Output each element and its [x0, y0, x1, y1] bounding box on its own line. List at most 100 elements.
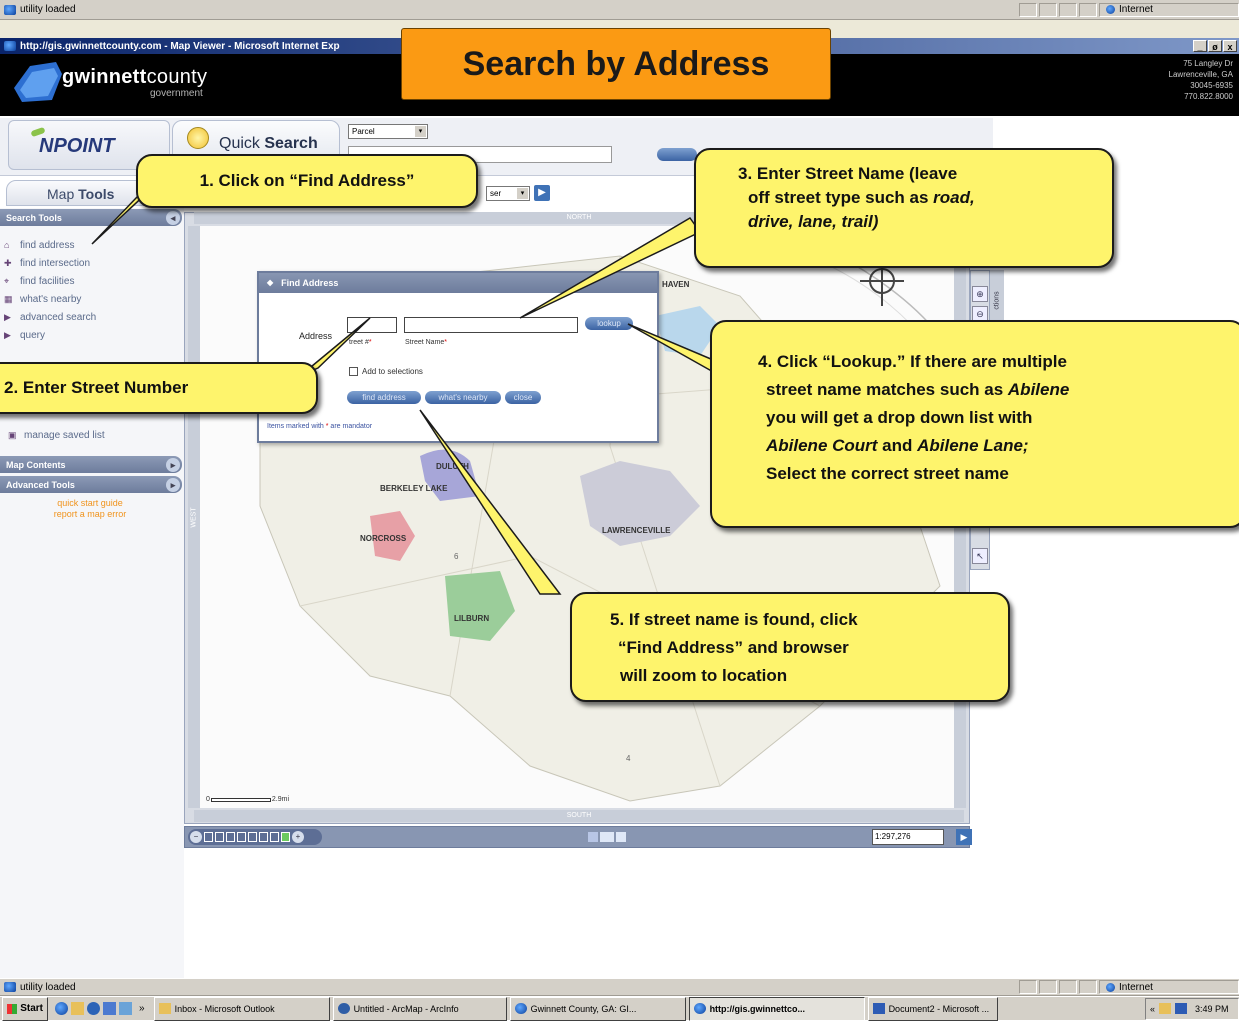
sidebar-links: quick start guide report a map error	[20, 498, 160, 520]
collapse-icon[interactable]: ◂	[166, 210, 180, 225]
mandatory-note: Items marked with * are mandator	[267, 423, 373, 430]
brand-subtitle: government	[150, 88, 203, 99]
zoom-in-icon[interactable]: ⊕	[972, 286, 988, 302]
explorer-launch-icon[interactable]	[103, 1002, 116, 1015]
internet-zone-icon	[1106, 5, 1115, 14]
north-label: NORTH	[566, 214, 592, 221]
zoom-plus-icon[interactable]: +	[292, 831, 304, 843]
find-address-tool[interactable]: ⌂ find address	[4, 236, 180, 254]
street-name-input[interactable]	[404, 317, 578, 333]
task-active-ie[interactable]: http://gis.gwinnettco...	[688, 996, 865, 1021]
start-button[interactable]: Start	[2, 996, 48, 1021]
find-address-button[interactable]: find address	[347, 391, 421, 404]
quick-label: Quick	[219, 135, 265, 152]
zoom-minus-icon[interactable]: −	[190, 831, 202, 843]
outlook-launch-icon[interactable]	[71, 1002, 84, 1015]
chevron-down-icon: ▾	[415, 126, 426, 137]
intersection-icon: ✚	[4, 258, 12, 268]
find-address-dialog: ◆ Find Address Address treet #* Street Na…	[257, 271, 659, 443]
search-label: Search	[264, 135, 318, 152]
address-label: Address	[299, 331, 333, 341]
outlook-icon	[158, 1003, 171, 1014]
windows-logo-icon	[7, 1003, 18, 1014]
street-name-label: Street Name*	[405, 339, 448, 346]
map-tool-select[interactable]: ser ▾	[486, 186, 530, 201]
search-type-select[interactable]: Parcel ▾	[348, 124, 428, 139]
select-tool-icon[interactable]: ↖	[972, 548, 988, 564]
task-arcmap[interactable]: Untitled - ArcMap - ArcInfo	[332, 996, 507, 1021]
list-icon: ▣	[8, 430, 17, 440]
manage-saved-list[interactable]: ▣ manage saved list	[8, 426, 105, 444]
task-word[interactable]: Document2 - Microsoft ...	[867, 996, 998, 1021]
word-icon	[872, 1003, 885, 1014]
go-arrow-icon[interactable]: ▶	[534, 185, 550, 201]
callout-step-3: 3. Enter Street Name (leave off street t…	[694, 148, 1114, 268]
tray-calendar-icon[interactable]	[1175, 1003, 1188, 1014]
dialog-title-bar[interactable]: ◆ Find Address	[259, 273, 657, 293]
zone-text: Internet	[1119, 4, 1153, 15]
expand-icon[interactable]: ▸	[166, 457, 180, 472]
scale-bar: 0 2.9mi	[206, 796, 290, 803]
globe-launch-icon[interactable]	[87, 1002, 100, 1015]
facility-icon: ⌖	[4, 276, 10, 286]
tools-label: Tools	[78, 186, 115, 202]
internet-zone-icon	[1106, 982, 1115, 992]
address-icon: ⌂	[4, 240, 10, 250]
bottom-status-bar: utility loaded Internet	[0, 978, 1239, 996]
ie-launch-icon[interactable]	[55, 1002, 68, 1015]
map-label: Map	[47, 186, 79, 202]
close-button[interactable]: close	[505, 391, 541, 404]
clock: 3:49 PM	[1195, 1003, 1229, 1014]
find-intersection-tool[interactable]: ✚ find intersection	[4, 254, 180, 272]
search-tools-header[interactable]: Search Tools ◂	[0, 209, 182, 226]
desktop-launch-icon[interactable]	[119, 1002, 132, 1015]
quick-launch	[55, 1002, 132, 1015]
tray-folder-icon[interactable]	[1159, 1003, 1172, 1014]
quick-start-link[interactable]: quick start guide	[20, 498, 160, 509]
task-outlook[interactable]: Inbox - Microsoft Outlook	[153, 996, 330, 1021]
brand-county: county	[146, 66, 208, 88]
map-contents-header[interactable]: Map Contents ▸	[0, 456, 182, 473]
query-tool[interactable]: ▶ query	[4, 326, 180, 344]
quick-search-button[interactable]	[657, 148, 697, 161]
expand-icon[interactable]: ▸	[166, 477, 180, 492]
tray-chevron[interactable]: «	[1150, 1004, 1155, 1014]
dialog-title: Find Address	[281, 278, 339, 288]
district-number: 6	[454, 552, 459, 561]
find-facilities-tool[interactable]: ⌖ find facilities	[4, 272, 180, 290]
system-tray: « 3:49 PM	[1145, 997, 1239, 1020]
zone-text: Internet	[1119, 981, 1153, 993]
map-west-bar[interactable]: WEST	[188, 226, 200, 808]
advanced-search-tool[interactable]: ▶ advanced search	[4, 308, 180, 326]
map-label-lawrenceville: LAWRENCEVILLE	[602, 526, 671, 535]
status-text: utility loaded	[20, 981, 76, 993]
minimize-button[interactable]: _	[1193, 40, 1207, 52]
scale-go-icon[interactable]: ▶	[956, 829, 972, 845]
quick-launch-chevron[interactable]: »	[139, 1003, 145, 1014]
view-mode-buttons[interactable]	[588, 832, 626, 842]
zoom-slider[interactable]: − +	[188, 829, 322, 845]
ie-page-icon	[4, 982, 16, 992]
advanced-tools-header[interactable]: Advanced Tools ▸	[0, 476, 182, 493]
add-to-selections[interactable]: Add to selections	[349, 367, 423, 376]
whats-nearby-button[interactable]: what's nearby	[425, 391, 501, 404]
chevron-down-icon: ▾	[517, 188, 528, 199]
report-error-link[interactable]: report a map error	[20, 509, 160, 520]
scale-readout[interactable]: 1:297,276	[872, 829, 944, 845]
task-gwinnett[interactable]: Gwinnett County, GA: GI...	[509, 996, 686, 1021]
nearby-icon: ▦	[4, 294, 13, 304]
map-label-norcross: NORCROSS	[360, 534, 407, 543]
street-number-input[interactable]	[347, 317, 397, 333]
search-tools-list: ⌂ find address ✚ find intersection ⌖ find f…	[4, 236, 180, 344]
ie-icon	[514, 1003, 527, 1014]
taskbar: Start » Inbox - Microsoft Outlook Untitl…	[0, 996, 1239, 1021]
callout-step-2: 2. Enter Street Number	[0, 362, 318, 414]
district-number: 4	[626, 754, 631, 763]
map-south-bar[interactable]: SOUTH	[194, 810, 964, 822]
checkbox[interactable]	[349, 367, 358, 376]
lookup-button[interactable]: lookup	[585, 317, 633, 330]
close-window-button[interactable]: x	[1223, 40, 1237, 52]
whats-nearby-tool[interactable]: ▦ what's nearby	[4, 290, 180, 308]
callout-step-1: 1. Click on “Find Address”	[136, 154, 478, 208]
maximize-button[interactable]: ø	[1208, 40, 1222, 52]
